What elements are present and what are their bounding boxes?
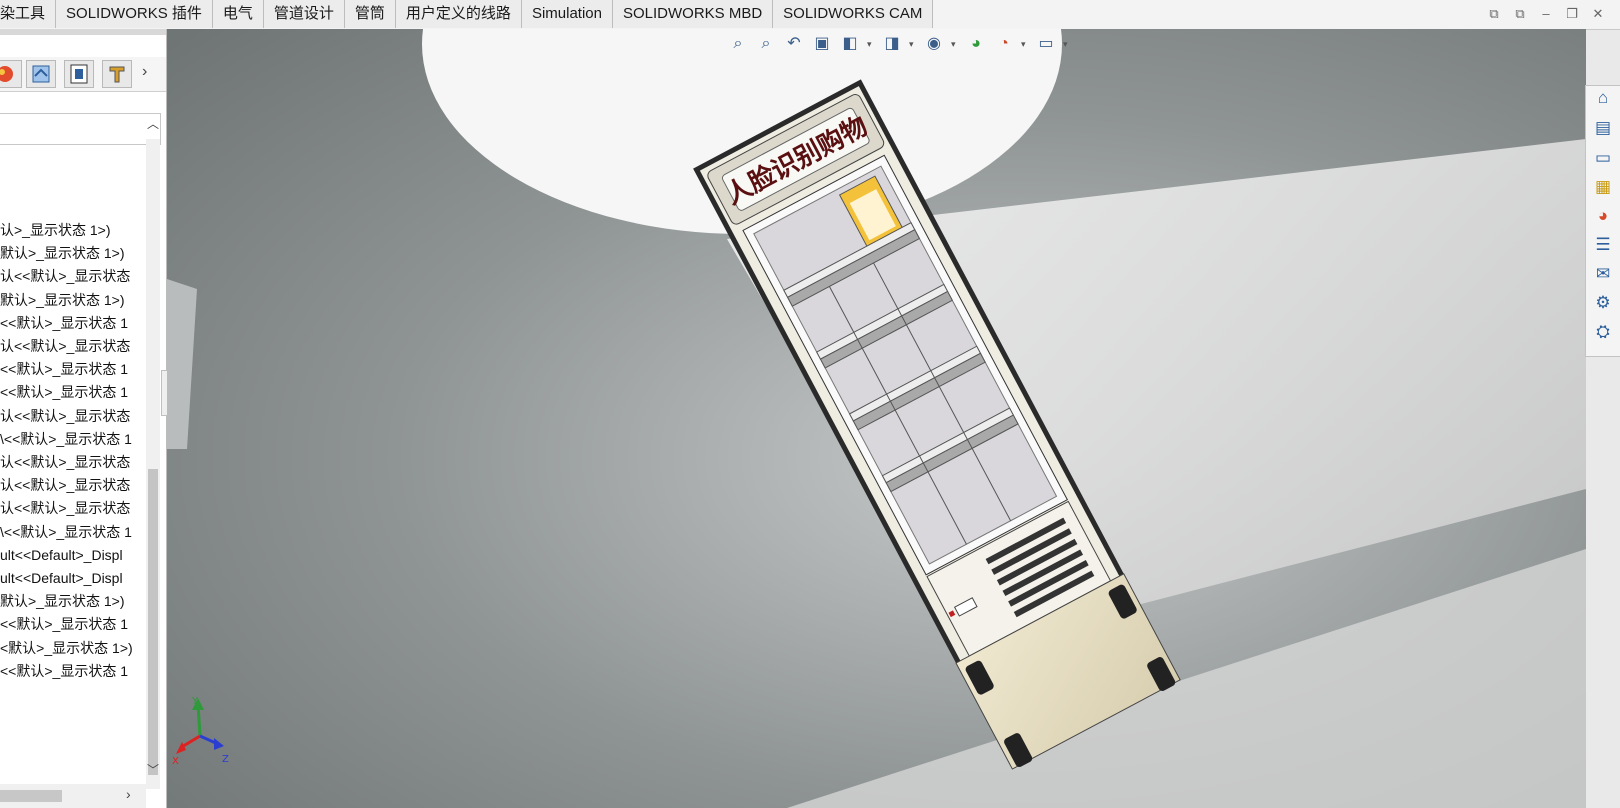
tab-render-tools[interactable]: 染工具 bbox=[0, 0, 57, 28]
feature-tree: 认>_显示状态 1>) 默认>_显示状态 1>) 认<<默认>_显示状态 默认>_显示… bbox=[0, 147, 146, 787]
tree-item[interactable]: 认<<默认>_显示状态 bbox=[0, 451, 130, 473]
restore-left-icon[interactable]: ⧉ bbox=[1486, 6, 1502, 22]
tab-electrical[interactable]: 电气 bbox=[212, 0, 264, 28]
view-settings-icon[interactable]: ▭ bbox=[1035, 34, 1057, 54]
tree-item[interactable]: 默认>_显示状态 1>) bbox=[0, 242, 124, 264]
reference-triad: Y X Z bbox=[172, 696, 229, 766]
view-palette-icon[interactable]: ▦ bbox=[1591, 175, 1615, 199]
tree-item[interactable]: 默认>_显示状态 1>) bbox=[0, 590, 124, 612]
tree-item[interactable]: <<默认>_显示状态 1 bbox=[0, 613, 128, 635]
tree-scroll-down-icon[interactable]: ﹀ bbox=[146, 761, 160, 778]
window-controls: ⧉ ⧉ – ❐ ✕ bbox=[1486, 6, 1606, 22]
triad-z-arrow bbox=[214, 738, 224, 750]
view-orientation-icon[interactable]: ◧ bbox=[839, 34, 861, 54]
tab-simulation[interactable]: Simulation bbox=[521, 0, 613, 28]
solidworks-resources-icon[interactable]: ⛭ bbox=[1591, 320, 1615, 344]
apply-scene-icon[interactable]: ◔ bbox=[993, 34, 1015, 54]
tree-item[interactable]: 认<<默认>_显示状态 bbox=[0, 335, 130, 357]
tree-scroll-up-icon[interactable]: ︿ bbox=[146, 115, 160, 132]
toolbox-icon[interactable]: ⚙ bbox=[1591, 291, 1615, 315]
panel-tabs: › bbox=[0, 57, 166, 92]
tree-item[interactable]: \<<默认>_显示状态 1 bbox=[0, 428, 132, 450]
panel-tabs-next-icon[interactable]: › bbox=[142, 63, 147, 81]
custom-properties-icon[interactable]: ☰ bbox=[1591, 233, 1615, 257]
home-icon[interactable]: ⌂ bbox=[1591, 86, 1615, 110]
scrollbar-thumb[interactable] bbox=[148, 469, 158, 775]
tree-item[interactable]: <<默认>_显示状态 1 bbox=[0, 358, 128, 380]
heads-up-view-toolbar: ⌕ ⌕ ↶ ▣ ◧ ▾ ◨ ▾ ◉ ▾ ◕ ◔ ▾ ▭ ▾ bbox=[727, 34, 1071, 54]
display-style-icon[interactable]: ◨ bbox=[881, 34, 903, 54]
maximize-icon[interactable]: ❐ bbox=[1564, 6, 1580, 22]
model-scene: 人脸识别购物 bbox=[167, 29, 1586, 808]
property-manager-icon[interactable] bbox=[26, 60, 56, 88]
design-library-icon[interactable]: ▤ bbox=[1591, 116, 1615, 140]
appearances-icon[interactable]: ◕ bbox=[1591, 204, 1615, 228]
tree-item[interactable]: <<默认>_显示状态 1 bbox=[0, 381, 128, 403]
previous-view-icon[interactable]: ↶ bbox=[783, 34, 805, 54]
tree-item[interactable]: 认<<默认>_显示状态 bbox=[0, 265, 130, 287]
chevron-down-icon[interactable]: ▾ bbox=[1021, 34, 1029, 54]
tab-user-defined-routing[interactable]: 用户定义的线路 bbox=[395, 0, 522, 28]
file-explorer-icon[interactable]: ▭ bbox=[1591, 146, 1615, 170]
tree-item[interactable]: 认<<默认>_显示状态 bbox=[0, 497, 130, 519]
feature-manager-panel: › ︿ 认>_显示状态 1>) 默认>_显示状态 1>) 认<<默认>_显示状态 默认… bbox=[0, 29, 167, 808]
zoom-area-icon[interactable]: ⌕ bbox=[755, 34, 777, 54]
chevron-down-icon[interactable]: ▾ bbox=[867, 34, 875, 54]
panel-top-strip bbox=[0, 29, 166, 35]
tab-piping[interactable]: 管道设计 bbox=[263, 0, 345, 28]
tree-item[interactable]: 认<<默认>_显示状态 bbox=[0, 405, 130, 427]
graphics-viewport[interactable]: 人脸识别购物 bbox=[167, 29, 1586, 808]
tab-solidworks-addins[interactable]: SOLIDWORKS 插件 bbox=[56, 0, 213, 28]
tree-filter-box[interactable] bbox=[0, 113, 161, 145]
edit-appearance-icon[interactable]: ◕ bbox=[965, 34, 987, 54]
chevron-down-icon[interactable]: ▾ bbox=[951, 34, 959, 54]
scrollbar-thumb[interactable] bbox=[0, 790, 62, 802]
zoom-to-fit-icon[interactable]: ⌕ bbox=[727, 34, 749, 54]
triad-z-label: Z bbox=[222, 754, 229, 765]
close-icon[interactable]: ✕ bbox=[1590, 6, 1606, 22]
tree-item[interactable]: <<默认>_显示状态 1 bbox=[0, 312, 128, 334]
tree-vertical-scrollbar[interactable] bbox=[146, 139, 160, 789]
tree-item[interactable]: 认<<默认>_显示状态 bbox=[0, 474, 130, 496]
tab-solidworks-mbd[interactable]: SOLIDWORKS MBD bbox=[612, 0, 774, 28]
appearance-manager-icon[interactable] bbox=[0, 60, 22, 88]
command-manager-tabbar: 染工具 SOLIDWORKS 插件 电气 管道设计 管筒 用户定义的线路 Sim… bbox=[0, 0, 1620, 30]
tree-horizontal-scrollbar[interactable]: › bbox=[0, 784, 146, 808]
chevron-down-icon[interactable]: ▾ bbox=[1063, 34, 1071, 54]
tree-item[interactable]: <默认>_显示状态 1>) bbox=[0, 637, 133, 659]
configuration-manager-icon[interactable] bbox=[64, 60, 94, 88]
tree-item[interactable]: ult<<Default>_Displ bbox=[0, 567, 123, 589]
chevron-down-icon[interactable]: ▾ bbox=[909, 34, 917, 54]
triad-y-label: Y bbox=[191, 696, 199, 707]
tab-tubing[interactable]: 管筒 bbox=[344, 0, 396, 28]
tab-solidworks-cam[interactable]: SOLIDWORKS CAM bbox=[773, 0, 934, 28]
tree-item[interactable]: <<默认>_显示状态 1 bbox=[0, 660, 128, 682]
restore-right-icon[interactable]: ⧉ bbox=[1512, 6, 1528, 22]
tree-item[interactable]: 认>_显示状态 1>) bbox=[0, 219, 110, 241]
minimize-icon[interactable]: – bbox=[1538, 6, 1554, 22]
tree-item[interactable]: \<<默认>_显示状态 1 bbox=[0, 521, 132, 543]
scroll-right-icon[interactable]: › bbox=[126, 786, 131, 802]
command-tabs: 染工具 SOLIDWORKS 插件 电气 管道设计 管筒 用户定义的线路 Sim… bbox=[0, 0, 934, 29]
section-view-icon[interactable]: ▣ bbox=[811, 34, 833, 54]
dimxpert-manager-icon[interactable] bbox=[102, 60, 132, 88]
tree-item[interactable]: 默认>_显示状态 1>) bbox=[0, 289, 124, 311]
triad-x-label: X bbox=[172, 756, 179, 766]
forum-icon[interactable]: ✉ bbox=[1591, 262, 1615, 286]
tree-item[interactable]: ult<<Default>_Displ bbox=[0, 544, 123, 566]
hide-show-icon[interactable]: ◉ bbox=[923, 34, 945, 54]
task-pane: ⌂ ▤ ▭ ▦ ◕ ☰ ✉ ⚙ ⛭ bbox=[1585, 85, 1620, 357]
